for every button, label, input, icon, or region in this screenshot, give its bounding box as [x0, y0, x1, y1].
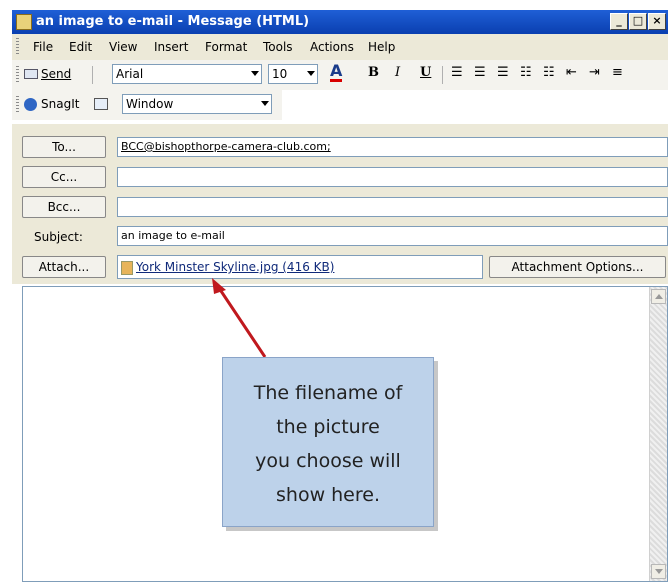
snagit-toolbar: SnagIt Window	[12, 90, 282, 120]
maximize-button[interactable]: □	[629, 13, 647, 30]
underline-button[interactable]: U	[420, 65, 431, 80]
to-button[interactable]: To...	[22, 136, 106, 158]
chevron-up-icon	[655, 294, 663, 299]
menu-view[interactable]: View	[109, 40, 137, 54]
callout-line: show here.	[276, 484, 380, 506]
chevron-down-icon	[261, 101, 269, 106]
callout-line: the picture	[276, 416, 380, 438]
menu-tools[interactable]: Tools	[263, 40, 293, 54]
send-icon	[24, 69, 38, 79]
toolbar-grip[interactable]	[16, 96, 19, 114]
snagit-icon	[24, 98, 37, 111]
callout-line: you choose will	[255, 450, 401, 472]
chevron-down-icon	[251, 71, 259, 76]
cc-field[interactable]	[117, 167, 668, 187]
snagit-button[interactable]: SnagIt	[41, 97, 79, 111]
capture-mode-select[interactable]: Window	[122, 94, 272, 114]
window-title: an image to e-mail - Message (HTML)	[36, 14, 310, 29]
menu-insert[interactable]: Insert	[154, 40, 188, 54]
bcc-button[interactable]: Bcc...	[22, 196, 106, 218]
send-button[interactable]: Send	[41, 67, 71, 81]
capture-mode-value: Window	[126, 97, 174, 111]
increase-indent-icon[interactable]: ⇥	[589, 65, 600, 80]
menu-actions[interactable]: Actions	[310, 40, 354, 54]
menu-bar: File Edit View Insert Format Tools Actio…	[12, 34, 668, 61]
scroll-down-button[interactable]	[651, 564, 666, 579]
decrease-indent-icon[interactable]: ⇤	[566, 65, 577, 80]
app-envelope-icon	[16, 14, 32, 30]
align-left-icon[interactable]: ☰	[451, 65, 463, 80]
font-color-button[interactable]: A	[330, 63, 343, 82]
formatting-toolbar: Send Arial 10 A B I U ☰ ☰ ☰ ☷ ☷ ⇤ ⇥ ≡	[12, 60, 668, 90]
message-header-form: To... BCC@bishopthorpe-camera-club.com; …	[12, 124, 668, 284]
snagit-capture-icon[interactable]	[94, 98, 108, 110]
toolbar-grip[interactable]	[16, 66, 19, 84]
menu-help[interactable]: Help	[368, 40, 395, 54]
title-bar: an image to e-mail - Message (HTML) _ □ …	[12, 10, 668, 34]
chevron-down-icon	[655, 569, 663, 574]
toolbar-separator	[92, 66, 93, 84]
menu-file[interactable]: File	[33, 40, 53, 54]
bold-button[interactable]: B	[368, 65, 379, 80]
attachment-field[interactable]: York Minster Skyline.jpg (416 KB)	[117, 255, 483, 279]
italic-button[interactable]: I	[395, 65, 400, 80]
font-size-select[interactable]: 10	[268, 64, 318, 84]
subject-field[interactable]: an image to e-mail	[117, 226, 668, 246]
insert-line-icon[interactable]: ≡	[612, 65, 623, 80]
attachment-filename[interactable]: York Minster Skyline.jpg (416 KB)	[136, 260, 334, 274]
to-field[interactable]: BCC@bishopthorpe-camera-club.com;	[117, 137, 668, 157]
attachment-options-button[interactable]: Attachment Options...	[489, 256, 666, 278]
scroll-up-button[interactable]	[651, 289, 666, 304]
vertical-scrollbar[interactable]	[649, 287, 667, 581]
minimize-button[interactable]: _	[610, 13, 628, 30]
subject-label: Subject:	[34, 230, 83, 244]
toolbar-grip[interactable]	[16, 38, 19, 56]
image-file-icon	[121, 261, 133, 275]
cc-button[interactable]: Cc...	[22, 166, 106, 188]
bcc-field[interactable]	[117, 197, 668, 217]
toolbar-separator	[442, 66, 443, 84]
numbering-icon[interactable]: ☷	[543, 65, 555, 80]
font-size-value: 10	[272, 67, 288, 81]
callout-line: The filename of	[253, 382, 403, 404]
menu-edit[interactable]: Edit	[69, 40, 92, 54]
chevron-down-icon	[307, 71, 315, 76]
align-center-icon[interactable]: ☰	[474, 65, 486, 80]
menu-format[interactable]: Format	[205, 40, 247, 54]
font-name-value: Arial	[116, 67, 144, 81]
attach-button[interactable]: Attach...	[22, 256, 106, 278]
align-right-icon[interactable]: ☰	[497, 65, 509, 80]
callout-note: The filename of the picture you choose w…	[222, 357, 434, 527]
close-button[interactable]: ×	[648, 13, 666, 30]
font-name-select[interactable]: Arial	[112, 64, 262, 84]
bullets-icon[interactable]: ☷	[520, 65, 532, 80]
